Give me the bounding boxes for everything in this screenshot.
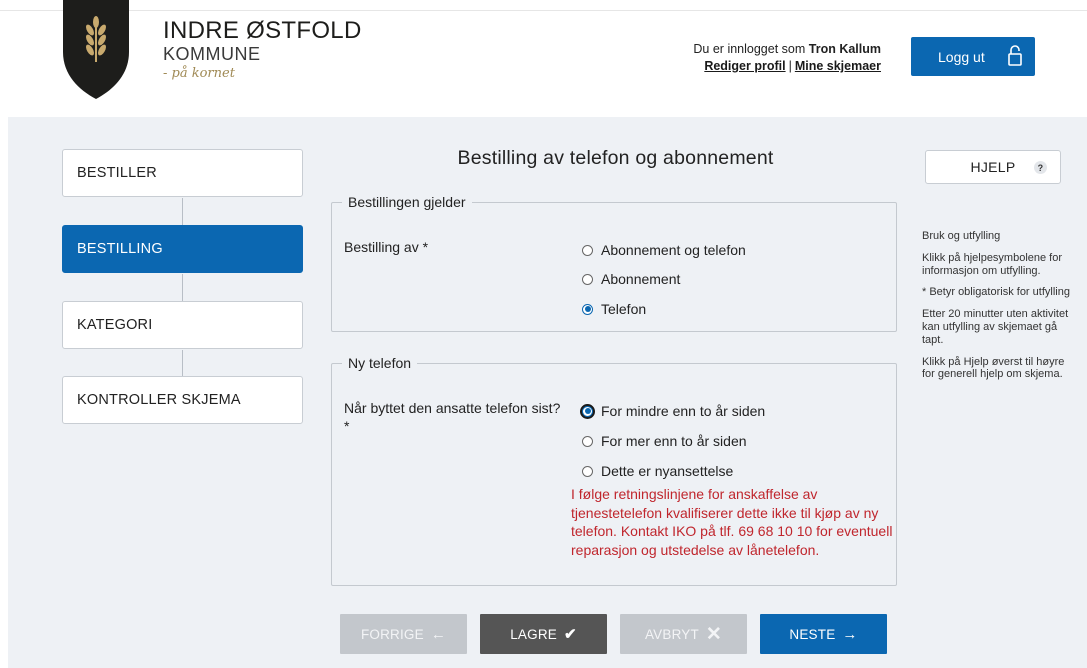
logout-label: Logg ut	[938, 48, 985, 65]
step-connector	[182, 350, 183, 376]
option-subscription-and-phone[interactable]: Abonnement og telefon	[582, 242, 746, 258]
cancel-label: AVBRYT	[644, 626, 699, 642]
step-label: BESTILLING	[77, 241, 163, 257]
previous-button[interactable]: FORRIGE ←	[340, 614, 467, 654]
municipality-shield-logo[interactable]	[61, 0, 131, 100]
logged-in-line: Du er innlogget som Tron Kallum	[693, 41, 881, 58]
logout-button[interactable]: Logg ut	[911, 37, 1035, 76]
option-label: For mer enn to år siden	[601, 433, 747, 449]
option-label: For mindre enn to år siden	[601, 403, 766, 419]
section-legend: Bestillingen gjelder	[348, 194, 466, 210]
step-bestiller[interactable]: BESTILLER	[62, 149, 303, 197]
option-label: Abonnement	[601, 271, 681, 287]
help-paragraph: Etter 20 minutter uten aktivitet kan utf…	[922, 308, 1069, 346]
save-label: LAGRE	[510, 626, 557, 642]
option-less-than-two-years[interactable]: For mindre enn to år siden	[582, 403, 765, 419]
step-label: KONTROLLER SKJEMA	[77, 392, 241, 408]
section-new-phone: Ny telefon Når byttet den ansatte telefo…	[331, 355, 897, 586]
step-label: KATEGORI	[77, 317, 153, 333]
help-heading: Bruk og utfylling	[922, 230, 1001, 242]
help-label: HJELP	[970, 159, 1016, 175]
save-button[interactable]: LAGRE ✔	[480, 614, 607, 654]
cancel-button[interactable]: AVBRYT ✕	[620, 614, 747, 654]
help-paragraph: Klikk på Hjelp øverst til høyre for gene…	[922, 355, 1065, 381]
help-paragraph: Klikk på hjelpesymbolene for informasjon…	[922, 251, 1063, 277]
option-label: Abonnement og telefon	[601, 242, 746, 258]
step-kategori[interactable]: KATEGORI	[62, 301, 303, 349]
radio-button[interactable]	[582, 244, 593, 256]
header-divider	[0, 10, 1087, 11]
radio-button-selected[interactable]	[582, 405, 593, 417]
section-legend: Ny telefon	[348, 355, 412, 371]
option-label: Telefon	[601, 301, 647, 317]
my-forms-link[interactable]: Mine skjemaer	[795, 59, 881, 73]
edit-profile-link[interactable]: Rediger profil	[704, 59, 785, 73]
help-panel: Bruk og utfylling Klikk på hjelpesymbole…	[922, 230, 1070, 390]
arrow-left-icon: ←	[430, 625, 447, 643]
option-more-than-two-years[interactable]: For mer enn to år siden	[582, 433, 747, 449]
step-kontroller-skjema[interactable]: KONTROLLER SKJEMA	[62, 376, 303, 424]
checkmark-icon: ✔	[564, 626, 577, 643]
question-label: Når byttet den ansatte telefon sist? *	[344, 400, 561, 434]
radio-button[interactable]	[582, 273, 593, 285]
option-new-employee[interactable]: Dette er nyansettelse	[582, 463, 733, 479]
help-paragraph: * Betyr obligatorisk for utfylling	[922, 286, 1070, 299]
profile-links: Rediger profil | Mine skjemaer	[693, 58, 881, 75]
step-bestilling[interactable]: BESTILLING	[62, 225, 303, 273]
step-label: BESTILLER	[77, 165, 157, 181]
step-connector	[182, 274, 183, 301]
radio-button[interactable]	[582, 465, 593, 477]
step-connector	[182, 198, 183, 225]
page-header: INDRE ØSTFOLD KOMMUNE - på kornet Du er …	[0, 0, 1087, 117]
unlock-icon	[1008, 45, 1022, 66]
user-info: Du er innlogget som Tron Kallum Rediger …	[693, 41, 881, 75]
option-label: Dette er nyansettelse	[601, 463, 734, 479]
brand-tagline: - på kornet	[163, 66, 235, 81]
brand-subtitle: KOMMUNE	[163, 44, 261, 64]
logged-in-prefix: Du er innlogget som	[693, 42, 806, 56]
help-question-icon: ?	[1034, 161, 1047, 174]
previous-label: FORRIGE	[360, 626, 424, 642]
next-label: NESTE	[789, 626, 836, 642]
arrow-right-icon: →	[842, 625, 858, 643]
main-area: BESTILLER BESTILLING KATEGORI KONTROLLER…	[8, 117, 1087, 668]
close-icon: ✕	[705, 623, 723, 645]
warning-message: I følge retningslinjene for anskaffelse …	[571, 486, 893, 558]
option-phone[interactable]: Telefon	[582, 301, 646, 317]
section-order-applies: Bestillingen gjelder Bestilling av * Abo…	[331, 194, 897, 332]
next-button[interactable]: NESTE →	[760, 614, 887, 654]
brand-wordmark: INDRE ØSTFOLD KOMMUNE - på kornet	[163, 17, 362, 82]
radio-button[interactable]	[582, 435, 593, 447]
brand-name: INDRE ØSTFOLD	[163, 17, 362, 44]
question-label: Bestilling av *	[344, 239, 429, 255]
user-name: Tron Kallum	[808, 42, 881, 56]
form-title: Bestilling av telefon og abonnement	[457, 147, 774, 169]
link-separator: |	[788, 59, 792, 73]
help-button[interactable]: HJELP ?	[925, 150, 1061, 184]
option-subscription[interactable]: Abonnement	[582, 271, 680, 287]
radio-button-selected[interactable]	[582, 303, 593, 315]
